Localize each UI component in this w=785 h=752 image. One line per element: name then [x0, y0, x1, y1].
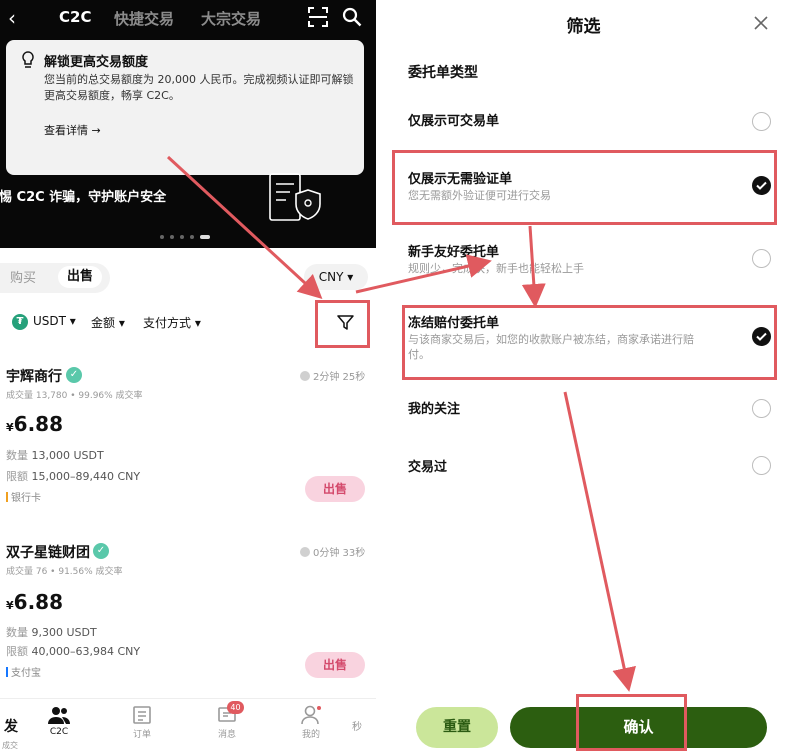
nav-c2c[interactable]: C2C	[39, 705, 79, 737]
ad-limit: 限额 40,000–63,984 CNY	[6, 643, 140, 659]
currency-symbol: ¥	[6, 421, 14, 434]
filter-panel: 筛选 委托单类型 仅展示可交易单 仅展示无需验证单 您无需额外验证便可进行交易 …	[376, 0, 785, 752]
buy-tab[interactable]: 购买	[10, 267, 36, 286]
unread-badge: 40	[227, 701, 244, 714]
radio-my-follows[interactable]	[752, 399, 771, 418]
response-time-text: 2分钟 25秒	[313, 372, 366, 383]
limit-upgrade-card: 解锁更高交易额度 您当前的总交易额度为 20,000 人民币。完成视频认证即可解…	[6, 40, 364, 175]
payment-color-bar	[6, 667, 8, 677]
radio-tradable-only[interactable]	[752, 112, 771, 131]
merchant-stats: 成交量 13,780 • 99.96% 成交率	[6, 391, 143, 401]
orders-icon	[133, 706, 151, 724]
view-details-link[interactable]: 查看详情 →	[44, 122, 101, 138]
option-beginner-friendly[interactable]: 新手友好委托单	[408, 241, 499, 260]
security-shield-icon	[269, 173, 321, 221]
merchant-stats: 成交量 76 • 91.56% 成交率	[6, 567, 123, 577]
clock-icon	[300, 547, 310, 557]
payment-method: 银行卡	[6, 489, 41, 504]
partial-text-left: 发	[4, 719, 18, 735]
option-beginner-friendly-desc: 规则少，完成快，新手也能轻松上手	[408, 262, 584, 275]
carousel-dots[interactable]	[160, 235, 216, 239]
limit-label: 限额	[6, 470, 28, 483]
scan-icon[interactable]	[308, 7, 328, 27]
quantity-value: 9,300 USDT	[31, 626, 97, 639]
nav-c2c-label: C2C	[49, 727, 69, 737]
limit-value: 15,000–89,440 CNY	[31, 470, 141, 483]
payment-method: 支付宝	[6, 664, 41, 679]
sell-button[interactable]: 出售	[305, 652, 365, 678]
ad-quantity: 数量 13,000 USDT	[6, 447, 104, 463]
response-time: 2分钟 25秒	[300, 368, 365, 383]
limit-value: 40,000–63,984 CNY	[31, 645, 141, 658]
price-value: 6.88	[13, 590, 64, 614]
payment-color-bar	[6, 492, 8, 502]
banner-text: 警惕 C2C 诈骗，守护账户安全	[0, 190, 167, 205]
option-no-verification[interactable]: 仅展示无需验证单	[408, 168, 512, 187]
currency-select[interactable]: CNY ▾	[304, 264, 368, 290]
sell-tab[interactable]: 出售	[58, 266, 102, 288]
merchant-name[interactable]: 双子星链财团	[6, 542, 90, 562]
option-traded-before[interactable]: 交易过	[408, 456, 447, 475]
usdt-icon: ₮	[12, 314, 28, 330]
lightbulb-icon	[22, 51, 34, 68]
card-title: 解锁更高交易额度	[44, 55, 149, 70]
nav-messages-label: 消息	[217, 730, 236, 740]
c2c-market-screen: ‹ C2C 快捷交易 大宗交易 解锁更高交易额度 您当前的总交易额度为 20,0…	[0, 0, 376, 752]
tab-quick-trade[interactable]: 快捷交易	[114, 8, 174, 29]
payment-method-text: 银行卡	[11, 493, 41, 504]
reset-button[interactable]: 重置	[416, 707, 498, 748]
quantity-label: 数量	[6, 626, 28, 639]
radio-traded-before[interactable]	[752, 456, 771, 475]
filter-funnel-icon[interactable]	[337, 314, 354, 331]
merchant-name[interactable]: 宇辉商行	[6, 366, 62, 386]
close-icon[interactable]	[753, 15, 769, 31]
amount-filter[interactable]: 金额 ▾	[91, 314, 125, 331]
search-icon[interactable]	[342, 7, 362, 27]
card-body: 您当前的总交易额度为 20,000 人民币。完成视频认证即可解锁更高交易额度，畅…	[44, 73, 354, 102]
option-no-verification-desc: 您无需额外验证便可进行交易	[408, 189, 551, 202]
chevron-left-icon[interactable]: ‹	[8, 6, 16, 30]
nav-orders[interactable]: 订单	[122, 705, 162, 740]
option-freeze-compensation-desc: 与该商家交易后，如您的收款账户被冻结，商家承诺进行赔付。	[408, 333, 694, 361]
nav-profile[interactable]: 我的	[291, 705, 331, 740]
users-icon	[48, 707, 70, 724]
currency-symbol: ¥	[6, 599, 14, 612]
payment-method-text: 支付宝	[11, 668, 41, 679]
nav-orders-label: 订单	[132, 730, 151, 740]
nav-profile-label: 我的	[301, 730, 320, 740]
radio-beginner-friendly[interactable]	[752, 249, 771, 268]
check-icon	[756, 181, 767, 190]
radio-freeze-compensation[interactable]	[752, 327, 771, 346]
partial-text-right: 秒	[352, 722, 362, 733]
ad-limit: 限额 15,000–89,440 CNY	[6, 468, 140, 484]
option-my-follows[interactable]: 我的关注	[408, 398, 460, 417]
sell-button[interactable]: 出售	[305, 476, 365, 502]
radio-no-verification[interactable]	[752, 176, 771, 195]
option-tradable-only[interactable]: 仅展示可交易单	[408, 110, 499, 129]
order-type-heading: 委托单类型	[408, 65, 478, 81]
payment-method-filter[interactable]: 支付方式 ▾	[143, 314, 201, 331]
check-icon	[756, 332, 767, 341]
verified-badge-icon: ✓	[93, 543, 109, 559]
panel-title: 筛选	[566, 17, 601, 37]
top-navigation: ‹ C2C 快捷交易 大宗交易	[0, 0, 376, 36]
quantity-value: 13,000 USDT	[31, 449, 104, 462]
price-value: 6.88	[13, 412, 64, 436]
clock-icon	[300, 371, 310, 381]
coin-filter[interactable]: USDT ▾	[33, 314, 76, 328]
highlight-confirm	[576, 694, 687, 751]
response-time-text: 0分钟 33秒	[313, 548, 366, 559]
verified-badge-icon: ✓	[66, 367, 82, 383]
ad-quantity: 数量 9,300 USDT	[6, 624, 97, 640]
tab-c2c[interactable]: C2C	[59, 8, 91, 26]
limit-label: 限额	[6, 645, 28, 658]
ad-price: ¥6.88	[6, 590, 63, 614]
response-time: 0分钟 33秒	[300, 544, 365, 559]
profile-icon	[301, 705, 321, 725]
tab-block-trade[interactable]: 大宗交易	[201, 8, 261, 29]
partial-text-left-sub: 成交	[2, 741, 18, 750]
option-freeze-compensation[interactable]: 冻结赔付委托单	[408, 312, 499, 331]
ad-price: ¥6.88	[6, 412, 63, 436]
quantity-label: 数量	[6, 449, 28, 462]
